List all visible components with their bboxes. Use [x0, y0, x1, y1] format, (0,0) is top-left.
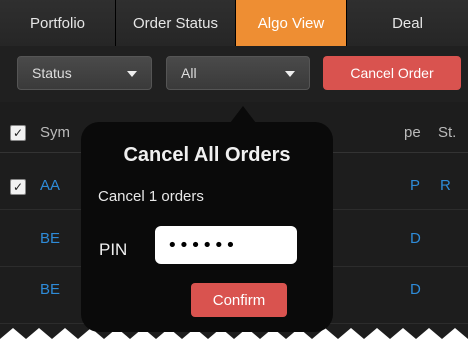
pin-label: PIN	[99, 240, 128, 259]
chevron-down-icon	[127, 71, 137, 77]
cancel-order-button[interactable]: Cancel Order	[323, 56, 461, 90]
popover-arrow	[230, 106, 256, 123]
type-cell: D	[410, 281, 421, 298]
tab-bar: Portfolio Order Status Algo View Deal	[0, 0, 468, 46]
pin-input[interactable]	[155, 226, 297, 264]
symbol-cell[interactable]: AA	[40, 177, 60, 194]
select-all-checkbox[interactable]: ✓	[10, 125, 26, 141]
toolbar: Status All Cancel Order	[0, 46, 468, 102]
tab-deal[interactable]: Deal	[347, 0, 468, 46]
tab-portfolio[interactable]: Portfolio	[0, 0, 116, 46]
filter-select-label: All	[181, 65, 197, 81]
cancel-all-orders-popover: Cancel All Orders Cancel 1 orders PIN Co…	[81, 122, 333, 332]
status-select-label: Status	[32, 65, 72, 81]
chevron-down-icon	[285, 71, 295, 77]
status-select[interactable]: Status	[17, 56, 152, 90]
symbol-column-header[interactable]: Sym	[40, 124, 70, 141]
status-cell: R	[440, 177, 451, 194]
symbol-cell[interactable]: BE	[40, 281, 60, 298]
tab-order-status[interactable]: Order Status	[116, 0, 236, 46]
type-cell: P	[410, 177, 421, 194]
type-cell: D	[410, 230, 421, 247]
row-checkbox[interactable]: ✓	[10, 179, 26, 195]
tab-algo-view[interactable]: Algo View	[236, 0, 347, 46]
confirm-button[interactable]: Confirm	[191, 283, 287, 317]
type-column-header[interactable]: pe	[404, 124, 421, 141]
popover-message: Cancel 1 orders	[98, 188, 204, 205]
popover-title: Cancel All Orders	[123, 144, 291, 166]
status-column-header[interactable]: St.	[438, 124, 456, 141]
symbol-cell[interactable]: BE	[40, 230, 60, 247]
filter-select[interactable]: All	[166, 56, 310, 90]
